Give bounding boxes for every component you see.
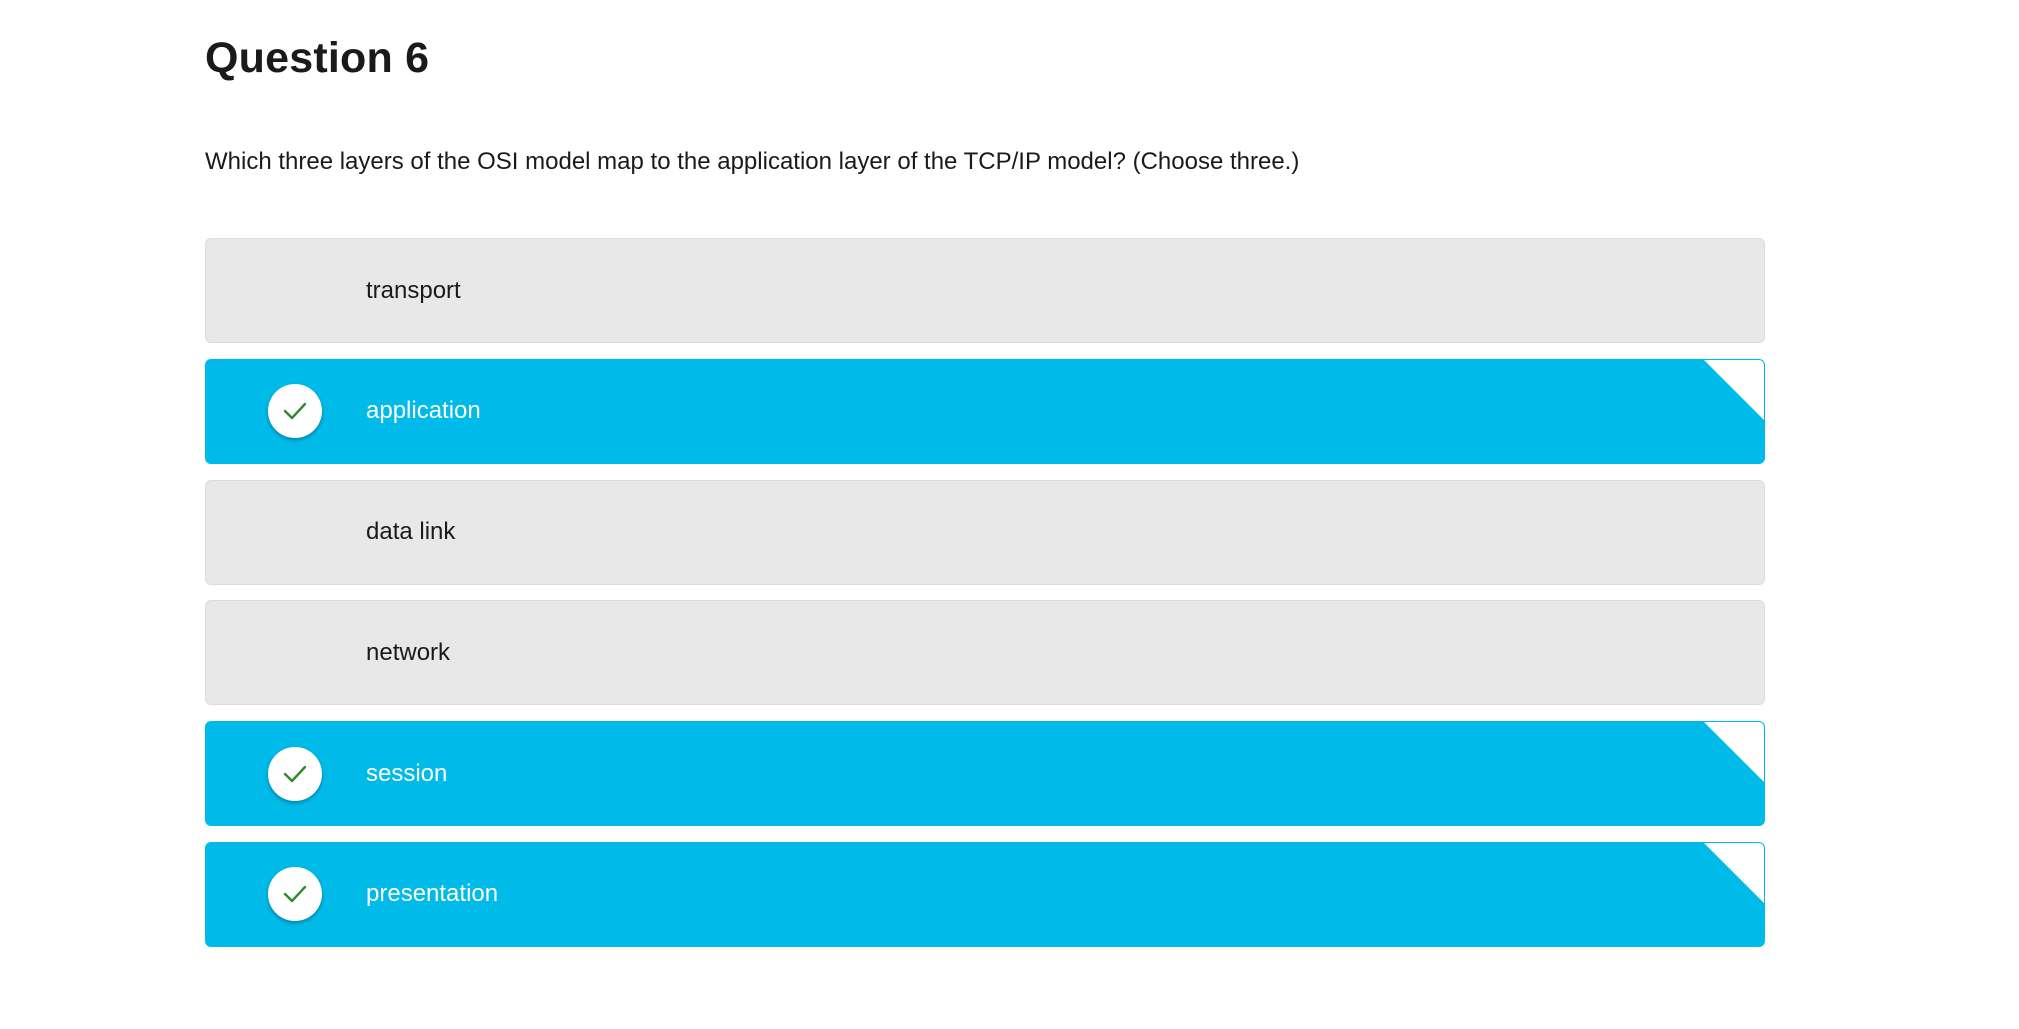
answer-option[interactable]: session <box>205 721 1765 827</box>
answer-option[interactable]: network <box>205 600 1765 706</box>
answer-option[interactable]: transport <box>205 238 1765 343</box>
answer-option[interactable]: application <box>205 358 1765 464</box>
answer-option-label: data link <box>366 518 456 546</box>
answer-option-label: presentation <box>366 880 499 908</box>
answer-option-label: transport <box>366 276 461 304</box>
answer-option-label: session <box>366 759 448 787</box>
question-prompt: Which three layers of the OSI model map … <box>205 148 1300 175</box>
answer-option-label: application <box>366 397 481 425</box>
answer-options: transport application data link network <box>205 238 1765 963</box>
checkmark-icon <box>268 384 322 439</box>
checkmark-icon <box>268 867 322 922</box>
answer-option[interactable]: data link <box>205 479 1765 585</box>
answer-option[interactable]: presentation <box>205 841 1765 947</box>
corner-fold-icon <box>1704 359 1764 420</box>
checkmark-icon <box>268 746 322 801</box>
answer-option-label: network <box>366 638 451 666</box>
question-title: Question 6 <box>205 34 430 82</box>
corner-fold-icon <box>1704 722 1764 783</box>
corner-fold-icon <box>1704 842 1764 903</box>
